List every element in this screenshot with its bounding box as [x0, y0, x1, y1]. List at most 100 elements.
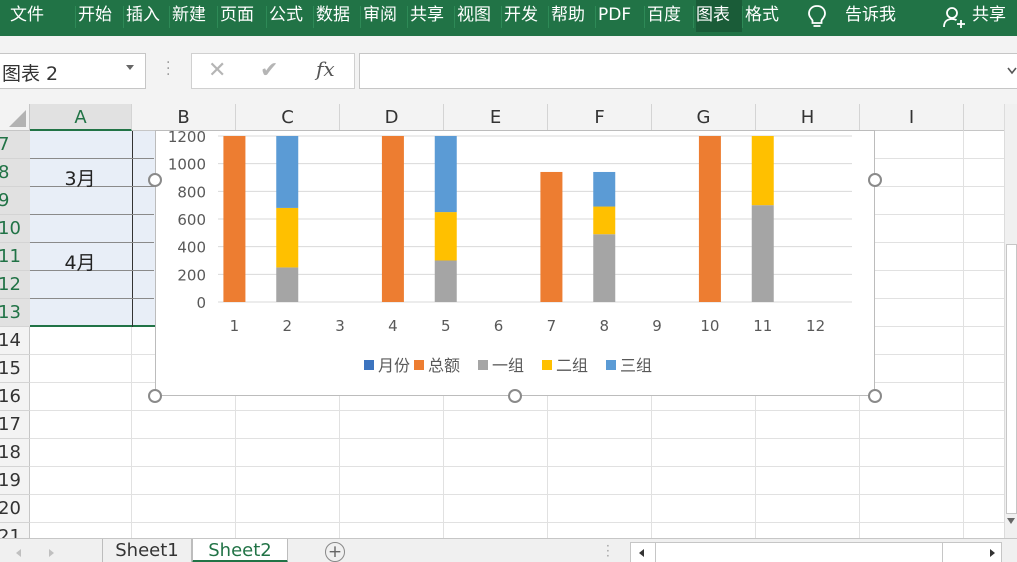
- column-header[interactable]: G: [652, 104, 756, 131]
- ribbon-tab[interactable]: 开始: [78, 0, 118, 32]
- row-header[interactable]: 19: [0, 467, 30, 495]
- column-header[interactable]: H: [756, 104, 860, 131]
- ribbon-tab[interactable]: 插入: [126, 0, 166, 32]
- ribbon-tab[interactable]: 新建: [172, 0, 218, 32]
- x-tick-label: 7: [547, 317, 557, 335]
- enter-icon[interactable]: ✔: [260, 58, 278, 83]
- chevron-down-icon[interactable]: [126, 65, 134, 70]
- y-tick-label: 200: [177, 266, 206, 284]
- legend-label: 二组: [556, 356, 588, 375]
- cancel-icon[interactable]: ✕: [208, 58, 226, 83]
- cell-border: [30, 298, 154, 299]
- row-header[interactable]: 21: [0, 523, 30, 538]
- legend-label: 总额: [428, 356, 460, 375]
- chart-bar-segment: [593, 234, 616, 302]
- cell-a11[interactable]: 4月: [30, 248, 130, 275]
- column-header[interactable]: C: [236, 104, 340, 131]
- ribbon-tab[interactable]: 文件: [10, 0, 54, 32]
- horizontal-scroll-thumb[interactable]: [655, 543, 943, 562]
- x-tick-label: 9: [652, 317, 662, 335]
- ribbon-tab[interactable]: 开发: [504, 0, 546, 32]
- ribbon-tab[interactable]: 数据: [316, 0, 358, 32]
- scroll-left-icon[interactable]: [637, 548, 647, 558]
- column-header[interactable]: F: [548, 104, 652, 131]
- column-header[interactable]: I: [860, 104, 964, 131]
- resize-handle-bottom[interactable]: [508, 389, 522, 403]
- chevron-down-icon[interactable]: [1007, 67, 1017, 75]
- resize-handle-right[interactable]: [868, 173, 882, 187]
- chart-bar-segment: [540, 171, 563, 302]
- vertical-scrollbar[interactable]: [1004, 104, 1017, 538]
- x-tick-label: 1: [230, 317, 240, 335]
- plus-icon: +: [327, 542, 343, 562]
- x-tick-label: 5: [441, 317, 451, 335]
- row-header[interactable]: 9: [0, 187, 30, 215]
- chart-bar-segment: [593, 171, 616, 207]
- scroll-down-icon[interactable]: [1007, 518, 1015, 524]
- tell-me-search[interactable]: 告诉我: [845, 0, 915, 32]
- row-header[interactable]: 20: [0, 495, 30, 523]
- column-header[interactable]: B: [132, 104, 236, 131]
- name-box[interactable]: 图表 2: [0, 53, 146, 89]
- formula-input[interactable]: [359, 53, 1017, 89]
- row-header[interactable]: 15: [0, 355, 30, 383]
- row-header[interactable]: 13: [0, 299, 30, 327]
- drag-handle-icon[interactable]: · · ·: [166, 56, 170, 82]
- ribbon-tab[interactable]: 帮助: [551, 0, 593, 32]
- row-header[interactable]: 18: [0, 439, 30, 467]
- row-header[interactable]: 14: [0, 327, 30, 355]
- ribbon-divider: [742, 6, 743, 28]
- horizontal-scrollbar[interactable]: [630, 542, 1002, 562]
- scroll-right-icon[interactable]: [987, 548, 997, 558]
- ribbon-tab[interactable]: 百度: [647, 0, 693, 32]
- ribbon-divider: [595, 6, 596, 28]
- x-tick-label: 2: [282, 317, 292, 335]
- chart-bar-segment: [434, 212, 457, 261]
- ribbon-tab[interactable]: 公式: [269, 0, 311, 32]
- ribbon-divider: [407, 6, 408, 28]
- chart-object[interactable]: 0 200 400 600 800 1000 1200 1 2 3 4 5 6 7 8 9 10 11 12 月份 总额…: [155, 128, 876, 397]
- x-tick-label: 6: [494, 317, 504, 335]
- ribbon-tab[interactable]: 格式: [745, 0, 787, 32]
- tab-split-handle-icon[interactable]: · · ·: [606, 540, 610, 562]
- column-header[interactable]: A: [30, 104, 132, 131]
- user-share-icon[interactable]: [942, 5, 966, 29]
- column-header[interactable]: D: [340, 104, 444, 131]
- insert-function-icon[interactable]: fx: [316, 57, 335, 81]
- row-header[interactable]: 17: [0, 411, 30, 439]
- y-tick-label: 800: [177, 183, 206, 201]
- sheet-scroll-right-icon[interactable]: [46, 548, 56, 558]
- column-header[interactable]: E: [444, 104, 548, 131]
- share-button[interactable]: 共享: [972, 0, 1014, 32]
- row-header[interactable]: 16: [0, 383, 30, 411]
- row-header[interactable]: 12: [0, 271, 30, 299]
- sheet-tab-sheet1[interactable]: Sheet1: [102, 539, 192, 562]
- resize-handle-left[interactable]: [148, 173, 162, 187]
- gridline-vertical: [963, 131, 964, 538]
- stacked-column-chart[interactable]: 0200400600800100012001 2 3 4 5 6 7 8 9 10 11 12月份 总额…: [156, 128, 876, 397]
- row-header[interactable]: 7: [0, 131, 30, 159]
- gridline-horizontal: [30, 494, 1004, 495]
- select-all-corner[interactable]: [0, 104, 30, 131]
- ribbon-tab[interactable]: PDF: [598, 0, 642, 32]
- add-sheet-button[interactable]: +: [325, 542, 345, 562]
- lightbulb-icon[interactable]: [806, 4, 828, 30]
- sheet-scroll-left-icon[interactable]: [14, 548, 24, 558]
- ribbon-tab[interactable]: 图表: [696, 0, 742, 32]
- sheet-tab-sheet2[interactable]: Sheet2: [192, 539, 288, 562]
- legend-swatch: [542, 360, 552, 370]
- row-header[interactable]: 11: [0, 243, 30, 271]
- resize-handle-bottom-right[interactable]: [868, 389, 882, 403]
- vertical-scroll-thumb[interactable]: [1006, 244, 1017, 514]
- row-header[interactable]: 10: [0, 215, 30, 243]
- chart-bar-segment: [434, 260, 457, 302]
- resize-handle-bottom-left[interactable]: [148, 389, 162, 403]
- ribbon-tab[interactable]: 共享: [410, 0, 452, 32]
- ribbon-tab[interactable]: 审阅: [363, 0, 405, 32]
- ribbon-tab[interactable]: 页面: [220, 0, 264, 32]
- row-header[interactable]: 8: [0, 159, 30, 187]
- cell-a8[interactable]: 3月: [30, 164, 130, 191]
- ribbon-tab[interactable]: 视图: [457, 0, 499, 32]
- ribbon-tab-bar: 文件 开始 插入 新建 页面 公式 数据 审阅 共享 视图 开发 帮助 PDF 百度 图表 格式 告诉我 共享: [0, 0, 1017, 36]
- legend-label: 一组: [492, 356, 524, 375]
